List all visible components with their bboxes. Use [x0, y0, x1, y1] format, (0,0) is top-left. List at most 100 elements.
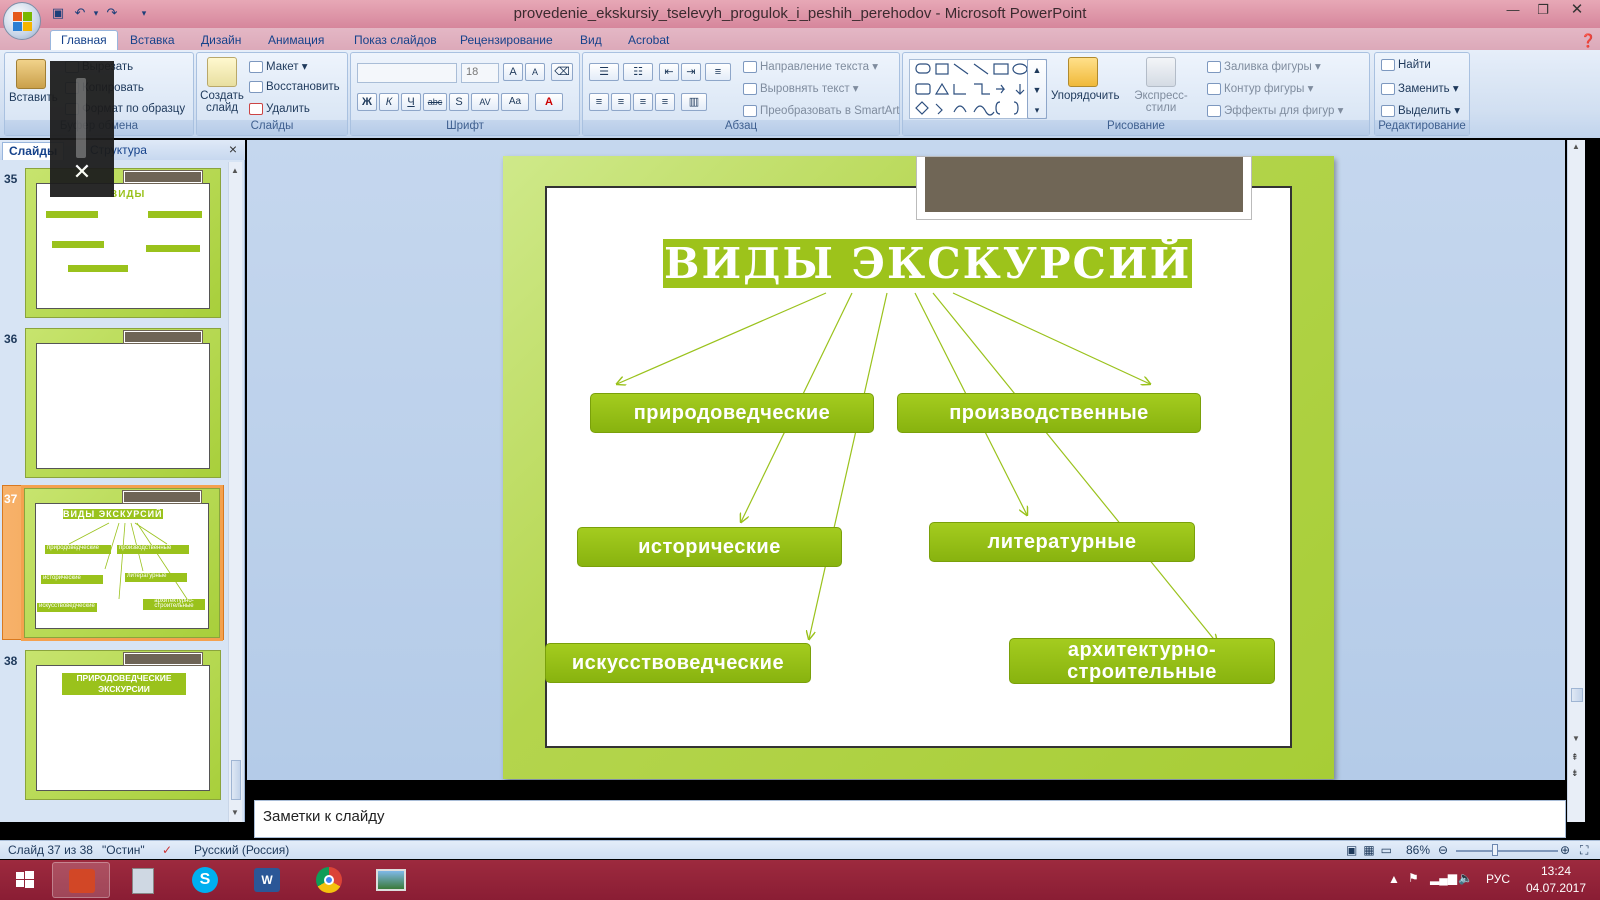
overlay-close-icon[interactable]: ✕ — [70, 160, 94, 184]
editor-scrollbar[interactable]: ▲ ▼ ⇞ ⇟ — [1567, 140, 1585, 822]
bullets-icon[interactable]: ☰ — [589, 63, 619, 81]
increase-indent-icon[interactable]: ⇥ — [681, 63, 701, 81]
slide-thumbnail-38[interactable]: ПРИРОДОВЕДЧЕСКИЕ ЭКСКУРСИИ — [25, 650, 221, 800]
line-spacing-icon[interactable]: ≡ — [705, 63, 731, 81]
slide-thumbnail-36[interactable] — [25, 328, 221, 478]
help-icon[interactable]: ❓ — [1580, 31, 1596, 51]
next-slide-icon[interactable]: ⇟ — [1571, 768, 1579, 779]
slide-canvas[interactable]: ВИДЫ ЭКСКУРСИЙ природоведческие производ… — [503, 156, 1334, 779]
clock-date[interactable]: 04.07.2017 — [1522, 881, 1590, 895]
strikethrough-icon[interactable]: abc — [423, 93, 447, 111]
grow-font-icon[interactable]: A — [503, 63, 523, 81]
quick-styles-button[interactable]: Экспресс-стили — [1121, 57, 1201, 114]
thumbnails-scrollbar[interactable]: ▲ ▼ — [228, 162, 242, 822]
tab-insert[interactable]: Вставка — [130, 31, 175, 49]
zoom-level[interactable]: 86% — [1406, 843, 1430, 857]
scroll-down-icon[interactable]: ▼ — [1572, 734, 1580, 743]
clock-time[interactable]: 13:24 — [1528, 864, 1584, 878]
taskbar-word[interactable]: W — [238, 862, 296, 898]
box-industrial[interactable]: производственные — [897, 393, 1201, 433]
align-text-button[interactable]: Выровнять текст ▾ — [743, 81, 859, 95]
tab-acrobat[interactable]: Acrobat — [628, 31, 669, 49]
previous-slide-icon[interactable]: ⇞ — [1571, 752, 1579, 763]
show-hidden-icons[interactable]: ▲ — [1388, 872, 1400, 886]
scroll-down-icon[interactable]: ▼ — [231, 808, 239, 817]
taskbar-calculator[interactable] — [114, 862, 172, 898]
slide-thumbnail-37[interactable]: ВИДЫ ЭКСКУРСИЙ природоведческие производ… — [21, 485, 223, 641]
office-button[interactable] — [3, 2, 41, 40]
box-nature[interactable]: природоведческие — [590, 393, 874, 433]
tab-slideshow[interactable]: Показ слайдов — [354, 31, 437, 49]
select-button[interactable]: Выделить ▾ — [1381, 103, 1460, 117]
close-panel-icon[interactable]: × — [229, 141, 237, 157]
input-language[interactable]: РУС — [1486, 872, 1510, 886]
zoom-out-icon[interactable]: ⊖ — [1438, 843, 1448, 857]
spellcheck-icon[interactable]: ✓ — [162, 843, 172, 857]
justify-icon[interactable]: ≡ — [655, 93, 675, 111]
tab-view[interactable]: Вид — [580, 31, 602, 49]
align-right-icon[interactable]: ≡ — [633, 93, 653, 111]
change-case-icon[interactable]: Aa — [501, 93, 529, 111]
shadow-icon[interactable]: S — [449, 93, 469, 111]
font-color-icon[interactable]: A — [535, 93, 563, 111]
media-overlay[interactable]: ✕ — [50, 61, 114, 197]
volume-icon[interactable]: 🔈 — [1458, 871, 1473, 885]
fit-window-icon[interactable]: ⛶ — [1580, 843, 1588, 858]
taskbar-powerpoint[interactable] — [52, 862, 110, 898]
close-window-icon[interactable]: ✕ — [1562, 0, 1592, 20]
italic-icon[interactable]: К — [379, 93, 399, 111]
view-buttons[interactable]: ▣▦▭ — [1346, 843, 1398, 857]
overlay-slider[interactable] — [76, 78, 86, 158]
restore-icon[interactable]: ❐ — [1528, 0, 1558, 20]
network-icon[interactable]: ▂▄▆ — [1430, 871, 1457, 885]
slide-title[interactable]: ВИДЫ ЭКСКУРСИЙ — [663, 239, 1193, 288]
shape-effects-button[interactable]: Эффекты для фигур ▾ — [1207, 103, 1343, 117]
notes-pane[interactable]: Заметки к слайду — [254, 800, 1566, 838]
shapes-scroll[interactable]: ▲ ▼ ▾ — [1027, 59, 1047, 119]
shape-fill-button[interactable]: Заливка фигуры ▾ — [1207, 59, 1321, 73]
taskbar-chrome[interactable] — [300, 862, 358, 898]
tab-animation[interactable]: Анимация — [268, 31, 324, 49]
scroll-thumb[interactable] — [231, 760, 241, 800]
box-art[interactable]: искусствоведческие — [545, 643, 811, 683]
paste-button[interactable]: Вставить — [9, 59, 58, 104]
minimize-icon[interactable]: — — [1498, 0, 1528, 20]
columns-icon[interactable]: ▥ — [681, 93, 707, 111]
scroll-up-icon[interactable]: ▲ — [231, 166, 239, 175]
start-button[interactable] — [2, 862, 48, 898]
reset-button[interactable]: Восстановить — [249, 81, 340, 93]
shrink-font-icon[interactable]: A — [525, 63, 545, 81]
convert-smartart-button[interactable]: Преобразовать в SmartArt ▾ — [743, 103, 908, 117]
zoom-slider-thumb[interactable] — [1492, 844, 1498, 856]
align-center-icon[interactable]: ≡ — [611, 93, 631, 111]
language-indicator[interactable]: Русский (Россия) — [194, 843, 289, 857]
replace-button[interactable]: Заменить ▾ — [1381, 81, 1459, 95]
underline-icon[interactable]: Ч — [401, 93, 421, 111]
taskbar-photos[interactable] — [362, 862, 420, 898]
tab-design[interactable]: Дизайн — [201, 31, 241, 49]
action-center-icon[interactable]: ⚑ — [1408, 871, 1419, 885]
font-size-input[interactable]: 18 — [461, 63, 499, 83]
numbering-icon[interactable]: ☷ — [623, 63, 653, 81]
shape-outline-button[interactable]: Контур фигуры ▾ — [1207, 81, 1313, 95]
find-button[interactable]: Найти — [1381, 59, 1431, 71]
layout-button[interactable]: Макет ▾ — [249, 59, 308, 73]
clear-format-icon[interactable]: ⌫ — [551, 63, 573, 81]
zoom-slider-track[interactable] — [1456, 850, 1558, 852]
tab-home[interactable]: Главная — [50, 30, 118, 50]
new-slide-button[interactable]: Создать слайд — [199, 57, 245, 114]
arrange-button[interactable]: Упорядочить — [1051, 57, 1119, 102]
align-left-icon[interactable]: ≡ — [589, 93, 609, 111]
scroll-thumb[interactable] — [1571, 688, 1583, 702]
zoom-in-icon[interactable]: ⊕ — [1560, 843, 1570, 857]
decrease-indent-icon[interactable]: ⇤ — [659, 63, 679, 81]
delete-slide-button[interactable]: Удалить — [249, 103, 310, 115]
box-literary[interactable]: литературные — [929, 522, 1195, 562]
tab-review[interactable]: Рецензирование — [460, 31, 553, 49]
bold-icon[interactable]: Ж — [357, 93, 377, 111]
scroll-up-icon[interactable]: ▲ — [1572, 142, 1580, 151]
box-historical[interactable]: исторические — [577, 527, 842, 567]
taskbar-skype[interactable]: S — [176, 862, 234, 898]
text-direction-button[interactable]: Направление текста ▾ — [743, 59, 878, 73]
box-architecture[interactable]: архитектурно-строительные — [1009, 638, 1275, 684]
